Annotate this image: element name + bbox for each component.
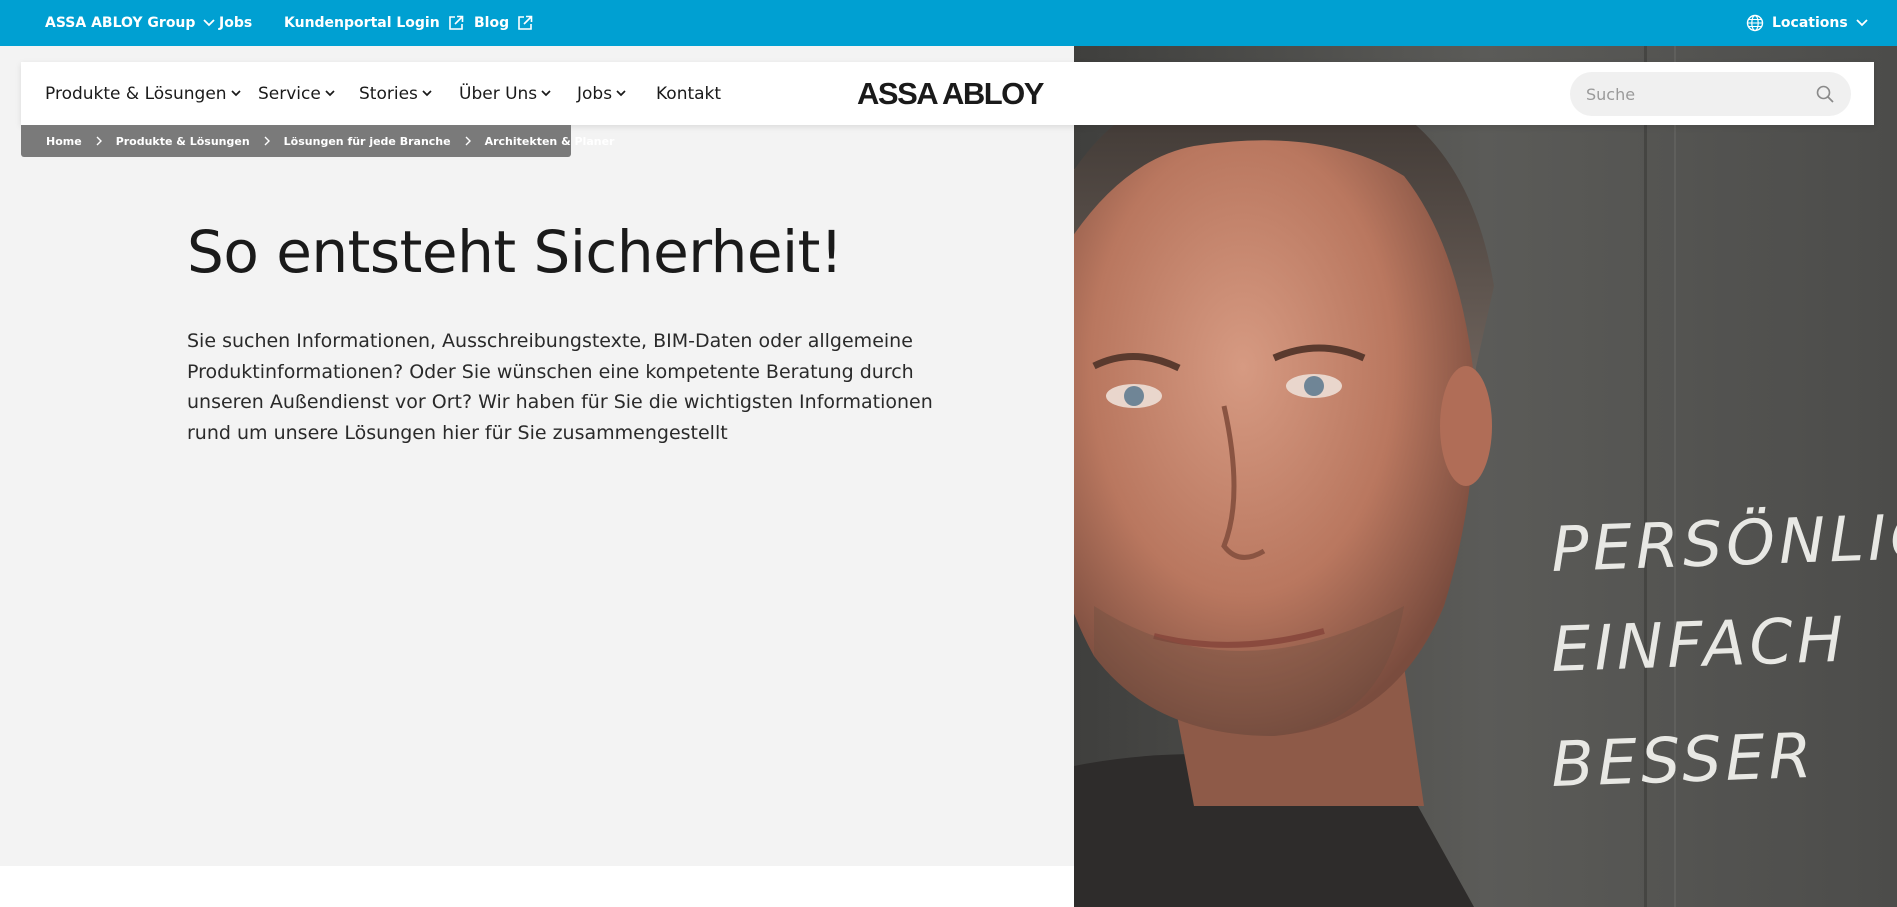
chalk-line-2: EINFACH	[1550, 603, 1849, 686]
logo-text: ASSA ABLOY	[857, 76, 1044, 111]
search-input[interactable]	[1586, 84, 1816, 104]
nav-produkte-loesungen[interactable]: Produkte & Lösungen	[45, 62, 241, 125]
nav-stories-label: Stories	[359, 83, 418, 104]
hero-lead-text: Sie suchen Informationen, Ausschreibungs…	[187, 330, 933, 444]
breadcrumb-architekten-planer[interactable]: Architekten & Planer	[485, 135, 615, 148]
external-link-icon	[448, 15, 464, 30]
search-icon[interactable]	[1815, 84, 1835, 104]
nav-service-label: Service	[258, 83, 321, 104]
external-link-icon	[518, 15, 533, 30]
chalk-line-1: PERSÖNLIC	[1550, 500, 1897, 586]
nav-jobs-label: Jobs	[577, 83, 613, 104]
chevron-right-icon	[264, 136, 270, 146]
chevron-down-icon	[1856, 19, 1868, 27]
chevron-down-icon	[541, 90, 551, 97]
nav-kontakt[interactable]: Kontakt	[656, 62, 721, 125]
breadcrumb: Home Produkte & Lösungen Lösungen für je…	[21, 125, 614, 157]
breadcrumb-produkte-loesungen[interactable]: Produkte & Lösungen	[116, 135, 250, 148]
nav-produkte-label: Produkte & Lösungen	[45, 83, 227, 104]
globe-icon	[1746, 14, 1764, 32]
nav-stories[interactable]: Stories	[359, 62, 432, 125]
blog-link[interactable]: Blog	[474, 0, 533, 46]
blog-label: Blog	[474, 15, 510, 31]
page-title: So entsteht Sicherheit!	[187, 218, 843, 286]
portrait-photo: PERSÖNLIC EINFACH BESSER	[1074, 46, 1897, 907]
top-jobs-link[interactable]: Jobs	[219, 0, 252, 46]
kundenportal-login-label: Kundenportal Login	[284, 15, 440, 31]
chevron-down-icon	[325, 90, 335, 97]
nav-service[interactable]: Service	[258, 62, 335, 125]
chalk-line-3: BESSER	[1550, 719, 1817, 801]
nav-kontakt-label: Kontakt	[656, 83, 722, 104]
chevron-down-icon	[203, 19, 216, 27]
chevron-down-icon	[616, 90, 626, 97]
nav-ueber-label: Über Uns	[459, 83, 538, 104]
locations-menu[interactable]: Locations	[1738, 0, 1868, 46]
hero-text-panel	[0, 46, 1074, 866]
assa-abloy-logo[interactable]: ASSA ABLOY	[857, 76, 1044, 112]
locations-label: Locations	[1772, 15, 1848, 31]
chevron-down-icon	[422, 90, 432, 97]
kundenportal-login-link[interactable]: Kundenportal Login	[284, 0, 464, 46]
main-navigation: Produkte & Lösungen Service Stories Über…	[21, 62, 1874, 125]
top-jobs-label: Jobs	[219, 15, 253, 31]
top-utility-bar: ASSA ABLOY Group Jobs Kundenportal Login…	[0, 0, 1897, 46]
assa-abloy-group-menu[interactable]: ASSA ABLOY Group	[45, 0, 216, 46]
nav-jobs[interactable]: Jobs	[577, 62, 626, 125]
chevron-right-icon	[96, 136, 102, 146]
chevron-right-icon	[465, 136, 471, 146]
breadcrumb-loesungen-branche[interactable]: Lösungen für jede Branche	[284, 135, 451, 148]
breadcrumb-home[interactable]: Home	[46, 135, 82, 148]
nav-ueber-uns[interactable]: Über Uns	[459, 62, 551, 125]
search-box	[1570, 72, 1851, 116]
hero-image: PERSÖNLIC EINFACH BESSER	[1074, 46, 1897, 907]
assa-abloy-group-label: ASSA ABLOY Group	[45, 15, 196, 31]
chevron-down-icon	[230, 90, 241, 97]
